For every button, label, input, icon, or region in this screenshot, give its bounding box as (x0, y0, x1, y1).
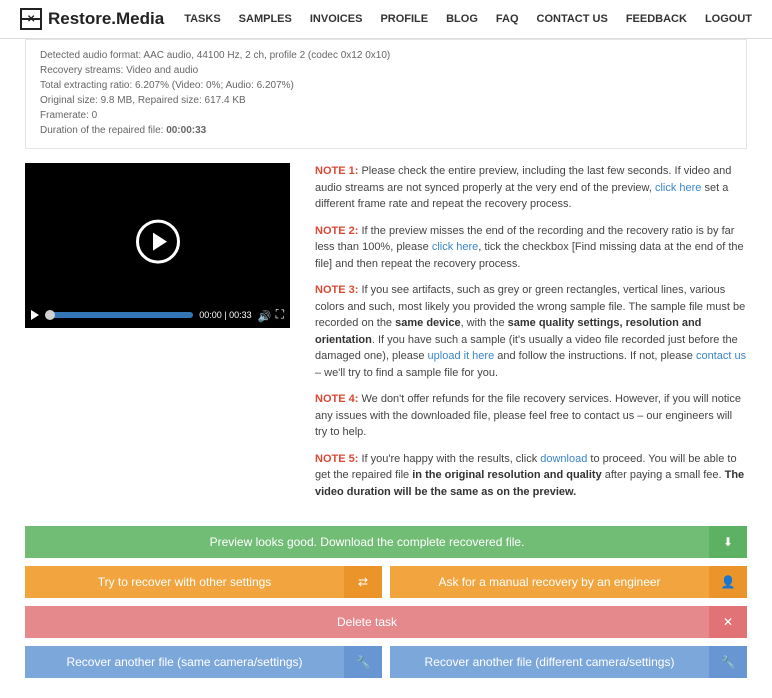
retry-icon: ⇄ (344, 566, 382, 598)
player-time: 00:00 | 00:33 (199, 310, 251, 320)
nav-contact[interactable]: CONTACT US (537, 13, 608, 25)
person-icon: 👤 (709, 566, 747, 598)
download-icon: ⬇ (709, 526, 747, 558)
logo[interactable]: Restore.Media (20, 8, 164, 30)
note5-download-link[interactable]: download (540, 453, 587, 465)
meta-streams: Recovery streams: Video and audio (40, 63, 732, 78)
delete-button[interactable]: Delete task✕ (25, 606, 747, 638)
nav-profile[interactable]: PROFILE (380, 13, 428, 25)
play-icon[interactable] (136, 219, 180, 263)
action-buttons: Preview looks good. Download the complet… (25, 526, 747, 678)
video-player[interactable]: 00:00 | 00:33 (25, 163, 290, 328)
nav-samples[interactable]: SAMPLES (239, 13, 292, 25)
note3-contact-link[interactable]: contact us (696, 350, 746, 362)
progress-bar[interactable] (45, 312, 193, 318)
meta-size: Original size: 9.8 MB, Repaired size: 61… (40, 93, 732, 108)
note-3: NOTE 3: If you see artifacts, such as gr… (315, 282, 747, 381)
note2-link[interactable]: click here (432, 241, 478, 253)
note-4: NOTE 4: We don't offer refunds for the f… (315, 391, 747, 441)
nav-logout[interactable]: LOGOUT (705, 13, 752, 25)
notes-panel: NOTE 1: Please check the entire preview,… (315, 163, 747, 510)
meta-framerate: Framerate: 0 (40, 108, 732, 123)
note-2: NOTE 2: If the preview misses the end of… (315, 223, 747, 273)
volume-icon[interactable] (258, 310, 270, 320)
note-5: NOTE 5: If you're happy with the results… (315, 451, 747, 501)
manual-recovery-button[interactable]: Ask for a manual recovery by an engineer… (390, 566, 747, 598)
note1-link[interactable]: click here (655, 182, 701, 194)
file-metadata: Detected audio format: AAC audio, 44100 … (25, 39, 747, 149)
wrench-icon: 🔧 (344, 646, 382, 678)
header: Restore.Media TASKS SAMPLES INVOICES PRO… (0, 0, 772, 39)
recover-same-button[interactable]: Recover another file (same camera/settin… (25, 646, 382, 678)
wrench-icon: 🔧 (709, 646, 747, 678)
meta-audio-format: Detected audio format: AAC audio, 44100 … (40, 48, 732, 63)
meta-ratio: Total extracting ratio: 6.207% (Video: 0… (40, 78, 732, 93)
nav-faq[interactable]: FAQ (496, 13, 519, 25)
nav-tasks[interactable]: TASKS (184, 13, 220, 25)
nav-invoices[interactable]: INVOICES (310, 13, 363, 25)
meta-duration: Duration of the repaired file: 00:00:33 (40, 123, 732, 138)
recover-diff-button[interactable]: Recover another file (different camera/s… (390, 646, 747, 678)
play-small-icon[interactable] (31, 310, 39, 320)
nav-feedback[interactable]: FEEDBACK (626, 13, 687, 25)
nav-blog[interactable]: BLOG (446, 13, 478, 25)
retry-button[interactable]: Try to recover with other settings⇄ (25, 566, 382, 598)
brand-name: Restore.Media (48, 9, 164, 29)
close-icon: ✕ (709, 606, 747, 638)
note-1: NOTE 1: Please check the entire preview,… (315, 163, 747, 213)
logo-icon (20, 8, 42, 30)
download-button[interactable]: Preview looks good. Download the complet… (25, 526, 747, 558)
player-controls: 00:00 | 00:33 (31, 307, 284, 322)
main-nav: TASKS SAMPLES INVOICES PROFILE BLOG FAQ … (184, 13, 752, 25)
note3-upload-link[interactable]: upload it here (428, 350, 495, 362)
fullscreen-icon[interactable] (276, 307, 284, 322)
